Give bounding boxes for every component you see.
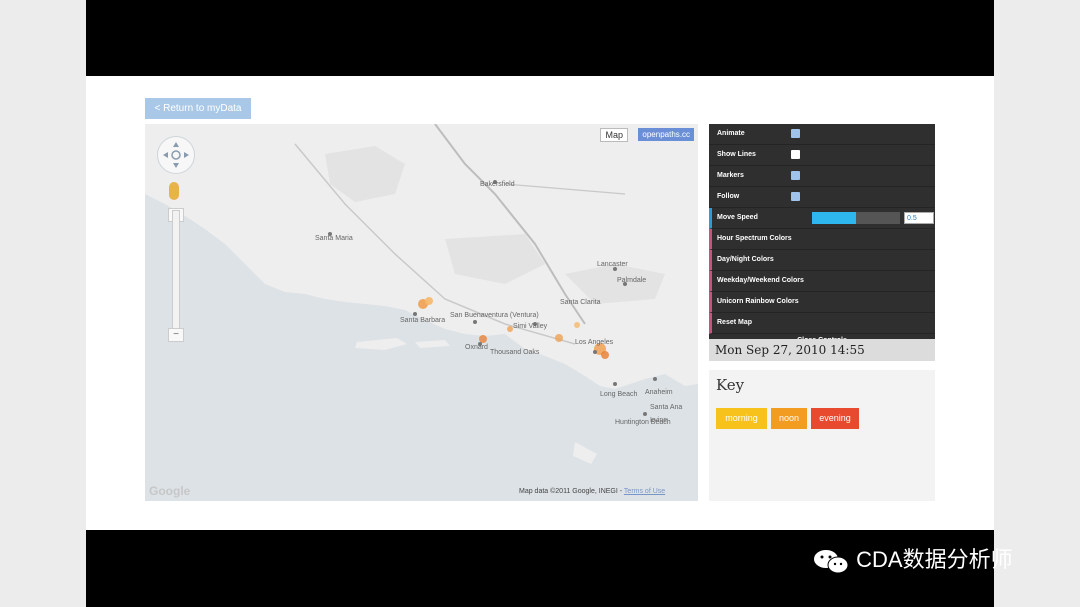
watermark-text: CDA数据分析师 bbox=[856, 547, 1013, 572]
key-noon-chip: noon bbox=[771, 408, 807, 429]
show-lines-checkbox[interactable] bbox=[791, 150, 800, 159]
move-speed-slider-fill bbox=[812, 212, 856, 224]
map-view[interactable]: Bakersfield Santa Maria Lancaster Palmda… bbox=[145, 124, 698, 501]
watermark: CDA数据分析师 bbox=[812, 542, 1013, 574]
key-evening-chip: evening bbox=[811, 408, 859, 429]
svg-text:Long Beach: Long Beach bbox=[600, 391, 637, 398]
move-speed-label: Move Speed bbox=[717, 214, 758, 221]
svg-text:Huntington Beach: Huntington Beach bbox=[615, 419, 671, 426]
show-lines-row[interactable]: Show Lines bbox=[709, 145, 935, 166]
svg-text:Lancaster: Lancaster bbox=[597, 261, 628, 268]
move-speed-value-input[interactable]: 0.5 bbox=[904, 212, 934, 224]
unicorn-rainbow-colors-button[interactable]: Unicorn Rainbow Colors bbox=[709, 292, 935, 313]
key-legend: Key morning noon evening bbox=[709, 370, 935, 501]
animate-label: Animate bbox=[717, 130, 745, 137]
move-speed-row: Move Speed 0.5 bbox=[709, 208, 935, 229]
hour-spectrum-colors-button[interactable]: Hour Spectrum Colors bbox=[709, 229, 935, 250]
move-speed-slider[interactable] bbox=[812, 212, 900, 224]
map-canvas: Bakersfield Santa Maria Lancaster Palmda… bbox=[145, 124, 698, 501]
pan-control[interactable] bbox=[157, 136, 195, 174]
svg-text:Anaheim: Anaheim bbox=[645, 389, 673, 396]
street-view-pegman-icon[interactable] bbox=[169, 182, 179, 200]
google-logo: Google bbox=[149, 484, 191, 498]
show-lines-label: Show Lines bbox=[717, 151, 756, 158]
svg-text:Santa Clarita: Santa Clarita bbox=[560, 299, 601, 306]
follow-checkbox[interactable] bbox=[791, 192, 800, 201]
day-night-colors-button[interactable]: Day/Night Colors bbox=[709, 250, 935, 271]
svg-text:Palmdale: Palmdale bbox=[617, 277, 646, 284]
svg-text:Santa Maria: Santa Maria bbox=[315, 235, 353, 242]
weekday-weekend-colors-button[interactable]: Weekday/Weekend Colors bbox=[709, 271, 935, 292]
timestamp-display: Mon Sep 27, 2010 14:55 bbox=[709, 339, 935, 361]
animate-row[interactable]: Animate bbox=[709, 124, 935, 145]
svg-text:Santa Ana: Santa Ana bbox=[650, 404, 682, 411]
map-attribution: Map data ©2011 Google, INEGI - Terms of … bbox=[519, 488, 665, 495]
key-title: Key bbox=[716, 376, 745, 394]
svg-text:Oxnard: Oxnard bbox=[465, 344, 488, 351]
controls-panel: Animate Show Lines Markers Follow Move S… bbox=[709, 124, 935, 348]
svg-text:San Buenaventura (Ventura): San Buenaventura (Ventura) bbox=[450, 312, 539, 319]
map-source-link[interactable]: openpaths.cc bbox=[638, 128, 694, 141]
reset-map-button[interactable]: Reset Map bbox=[709, 313, 935, 334]
svg-text:Simi Valley: Simi Valley bbox=[513, 323, 548, 330]
follow-label: Follow bbox=[717, 193, 740, 200]
markers-checkbox[interactable] bbox=[791, 171, 800, 180]
map-type-button[interactable]: Map bbox=[600, 128, 628, 142]
key-morning-chip: morning bbox=[716, 408, 767, 429]
animate-checkbox[interactable] bbox=[791, 129, 800, 138]
zoom-out-button[interactable]: − bbox=[168, 328, 184, 342]
terms-of-use-link[interactable]: Terms of Use bbox=[624, 488, 665, 495]
zoom-slider[interactable] bbox=[172, 210, 180, 342]
wechat-icon bbox=[814, 550, 849, 574]
markers-label: Markers bbox=[717, 172, 744, 179]
svg-text:Thousand Oaks: Thousand Oaks bbox=[490, 349, 540, 356]
pan-arrows-icon bbox=[163, 142, 189, 168]
svg-text:Bakersfield: Bakersfield bbox=[480, 181, 515, 188]
attribution-text: Map data ©2011 Google, INEGI - bbox=[519, 488, 623, 495]
markers-row[interactable]: Markers bbox=[709, 166, 935, 187]
svg-text:Los Angeles: Los Angeles bbox=[575, 339, 614, 346]
follow-row[interactable]: Follow bbox=[709, 187, 935, 208]
return-to-mydata-button[interactable]: < Return to myData bbox=[145, 98, 251, 119]
svg-text:Santa Barbara: Santa Barbara bbox=[400, 317, 445, 324]
